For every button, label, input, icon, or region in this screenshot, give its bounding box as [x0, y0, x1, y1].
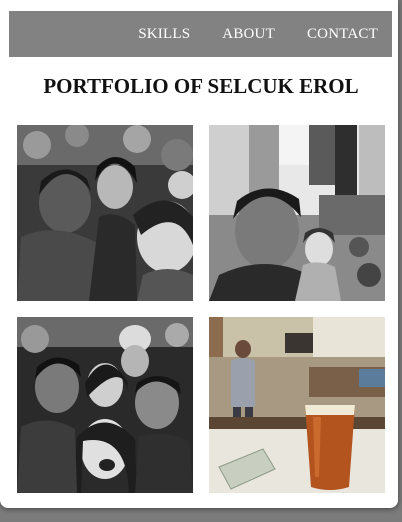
gallery-photo-beer-at-bar[interactable] — [209, 317, 385, 493]
photo-group-selfie-image — [17, 125, 193, 301]
nav-link-skills[interactable]: SKILLS — [138, 26, 190, 43]
nav-link-contact[interactable]: CONTACT — [307, 26, 378, 43]
photo-beer-at-bar-image — [209, 317, 385, 493]
top-navbar: SKILLS ABOUT CONTACT — [9, 11, 392, 57]
gallery-photo-group-selfie[interactable] — [17, 125, 193, 301]
photo-group-of-four-image — [17, 317, 193, 493]
nav-link-about[interactable]: ABOUT — [222, 26, 275, 43]
page-title: PORTFOLIO OF SELCUK EROL — [43, 74, 359, 98]
gallery-photo-times-square[interactable] — [209, 125, 385, 301]
photo-times-square-image — [209, 125, 385, 301]
gallery-photo-group-of-four[interactable] — [17, 317, 193, 493]
browser-viewport: SKILLS ABOUT CONTACT PORTFOLIO OF SELCUK… — [0, 0, 398, 508]
